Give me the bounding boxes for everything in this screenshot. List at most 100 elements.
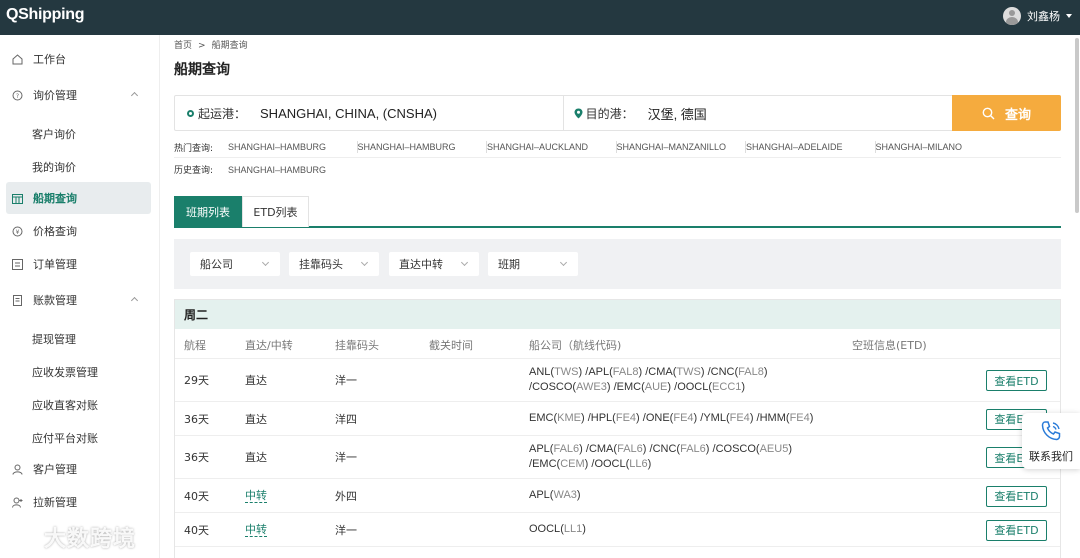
view-etd-button[interactable]: 查看ETD <box>986 519 1047 541</box>
carrier-list: APL(WA3) <box>529 489 581 501</box>
destination-port-label: 目的港： <box>585 106 634 121</box>
price-icon: ¥ <box>12 226 23 237</box>
user-menu[interactable]: 刘鑫杨 <box>1003 7 1072 25</box>
sidebar-item-price[interactable]: ¥ 价格查询 <box>6 215 151 247</box>
hot-search-item[interactable]: SHANGHAI–AUCKLAND <box>487 141 617 153</box>
route-code: KME <box>557 412 581 424</box>
cell-carriers: OOCL(LL1) <box>529 513 834 546</box>
tab-etd-list[interactable]: ETD列表 <box>242 196 309 227</box>
carrier-name: CMA <box>648 366 673 378</box>
cell-route-type: 直达 <box>245 436 267 478</box>
sidebar-item-inquiry[interactable]: ? 询价管理 <box>6 79 151 111</box>
chevron-down-icon <box>460 258 469 267</box>
sidebar-item-label: 询价管理 <box>33 89 77 102</box>
table-row: 36天 直达 洋四 EMC(KME) /HPL(FE4) /ONE(FE4) /YML… <box>175 402 1060 436</box>
sidebar-item-receivable-reconcile[interactable]: 应收直客对账 <box>32 397 98 413</box>
destination-port-field[interactable]: 目的港： 汉堡, 德国 <box>564 96 953 130</box>
history-item[interactable]: SHANGHAI–HAMBURG <box>228 165 326 175</box>
account-icon <box>12 294 23 306</box>
avatar[interactable] <box>1003 7 1021 25</box>
origin-port-value[interactable]: SHANGHAI, CHINA, (CNSHA) <box>260 106 437 121</box>
direct-label: 直达 <box>245 412 267 426</box>
schedule-filter[interactable]: 班期 <box>488 252 578 276</box>
column-header: 挂靠码头 <box>335 339 379 352</box>
sidebar-item-label: 价格查询 <box>33 225 77 238</box>
column-header: 空班信息(ETD) <box>852 339 927 352</box>
sidebar-item-invoices[interactable]: 应收发票管理 <box>32 364 98 380</box>
breadcrumb-separator: > <box>198 41 206 51</box>
route-code: LL1 <box>563 523 583 535</box>
carrier-list: OOCL(LL1) <box>529 523 586 535</box>
chevron-up-icon[interactable] <box>130 296 139 304</box>
carrier-name: ANL <box>529 366 551 378</box>
view-etd-button[interactable]: 查看ETD <box>986 485 1047 507</box>
column-header: 直达/中转 <box>245 339 293 352</box>
cell-route-type: 中转 <box>245 479 267 512</box>
tab-schedule-list[interactable]: 班期列表 <box>174 196 242 227</box>
route-code: FE4 <box>789 412 810 424</box>
calendar-icon <box>12 193 23 204</box>
carrier-name: OOCL <box>677 381 709 393</box>
contact-us-button[interactable]: 联系我们 <box>1022 413 1080 469</box>
breadcrumb-home[interactable]: 首页 <box>174 41 192 51</box>
cell-terminal: 洋一 <box>335 374 357 387</box>
sidebar: 工作台 ? 询价管理 客户询价 我的询价 船期查询 ¥ 价格查询 订单管理 账款… <box>0 35 160 558</box>
sidebar-item-customers[interactable]: 客户管理 <box>6 453 151 485</box>
user-name[interactable]: 刘鑫杨 <box>1027 8 1060 24</box>
table-row: 40天 中转 外四 APL(WA3) 查看ETD <box>175 479 1060 513</box>
sidebar-item-orders[interactable]: 订单管理 <box>6 248 151 280</box>
search-icon <box>982 107 995 119</box>
sidebar-item-schedule[interactable]: 船期查询 <box>6 182 151 214</box>
carrier-name: OOCL <box>594 458 626 470</box>
sidebar-item-accounts[interactable]: 账款管理 <box>6 284 151 316</box>
chevron-up-icon[interactable] <box>130 91 139 99</box>
cell-route-type: 直达 <box>245 402 267 435</box>
carrier-name: APL <box>529 443 550 455</box>
sidebar-item-referral[interactable]: 拉新管理 <box>6 486 151 518</box>
route-code: FAL8 <box>738 366 764 378</box>
direct-transfer-filter[interactable]: 直达中转 <box>389 252 479 276</box>
route-code: AWE3 <box>576 381 607 393</box>
sidebar-item-my-inquiry[interactable]: 我的询价 <box>32 159 76 175</box>
app-logo[interactable]: QShipping <box>6 6 84 24</box>
chevron-down-icon[interactable] <box>1066 14 1072 18</box>
hot-search-item[interactable]: SHANGHAI–MANZANILLO <box>617 141 746 153</box>
column-header: 截关时间 <box>429 339 473 352</box>
sidebar-item-customer-inquiry[interactable]: 客户询价 <box>32 126 76 142</box>
sidebar-item-payable-reconcile[interactable]: 应付平台对账 <box>32 430 98 446</box>
cell-terminal: 洋一 <box>335 451 357 464</box>
carrier-filter[interactable]: 船公司 <box>190 252 280 276</box>
chevron-down-icon <box>360 258 369 267</box>
carrier-name: COSCO <box>715 443 756 455</box>
divider <box>174 157 1061 158</box>
carrier-name: CNC <box>710 366 735 378</box>
route-code: ECC1 <box>712 381 742 393</box>
chevron-down-icon <box>559 258 568 267</box>
transfer-link[interactable]: 中转 <box>245 523 267 537</box>
search-button[interactable]: 查询 <box>952 95 1061 131</box>
cell-duration: 36天 <box>184 412 209 426</box>
carrier-name: EMC <box>616 381 642 393</box>
scrollbar[interactable] <box>1075 38 1079 213</box>
hot-search-item[interactable]: SHANGHAI–MILANO <box>876 141 1006 153</box>
route-code: TWS <box>554 366 579 378</box>
table-row: 40天 中转 洋一 OOCL(LL1) 查看ETD <box>175 513 1060 547</box>
view-etd-button[interactable]: 查看ETD <box>986 370 1047 391</box>
sidebar-item-withdraw[interactable]: 提现管理 <box>32 331 76 347</box>
tab-bar: 班期列表 ETD列表 <box>174 196 1061 228</box>
route-code: FAL6 <box>680 443 706 455</box>
route-code: TWS <box>676 366 701 378</box>
destination-port-value[interactable]: 汉堡, 德国 <box>648 104 707 123</box>
hot-search-item[interactable]: SHANGHAI–HAMBURG <box>358 141 487 153</box>
carrier-name: HPL <box>590 412 613 424</box>
watermark-logo-icon <box>8 524 35 548</box>
watermark: 大数跨境 <box>8 521 136 553</box>
terminal-filter[interactable]: 挂靠码头 <box>289 252 379 276</box>
table-row: 36天 直达 洋一 APL(FAL6) /CMA(FAL6) /CNC(FAL6) /… <box>175 436 1060 479</box>
sidebar-item-workbench[interactable]: 工作台 <box>6 43 151 75</box>
sidebar-item-label: 客户管理 <box>33 463 77 476</box>
origin-port-field[interactable]: 起运港： SHANGHAI, CHINA, (CNSHA) <box>175 96 564 130</box>
transfer-link[interactable]: 中转 <box>245 489 267 503</box>
hot-search-item[interactable]: SHANGHAI–HAMBURG <box>228 141 358 153</box>
hot-search-item[interactable]: SHANGHAI–ADELAIDE <box>746 141 876 153</box>
